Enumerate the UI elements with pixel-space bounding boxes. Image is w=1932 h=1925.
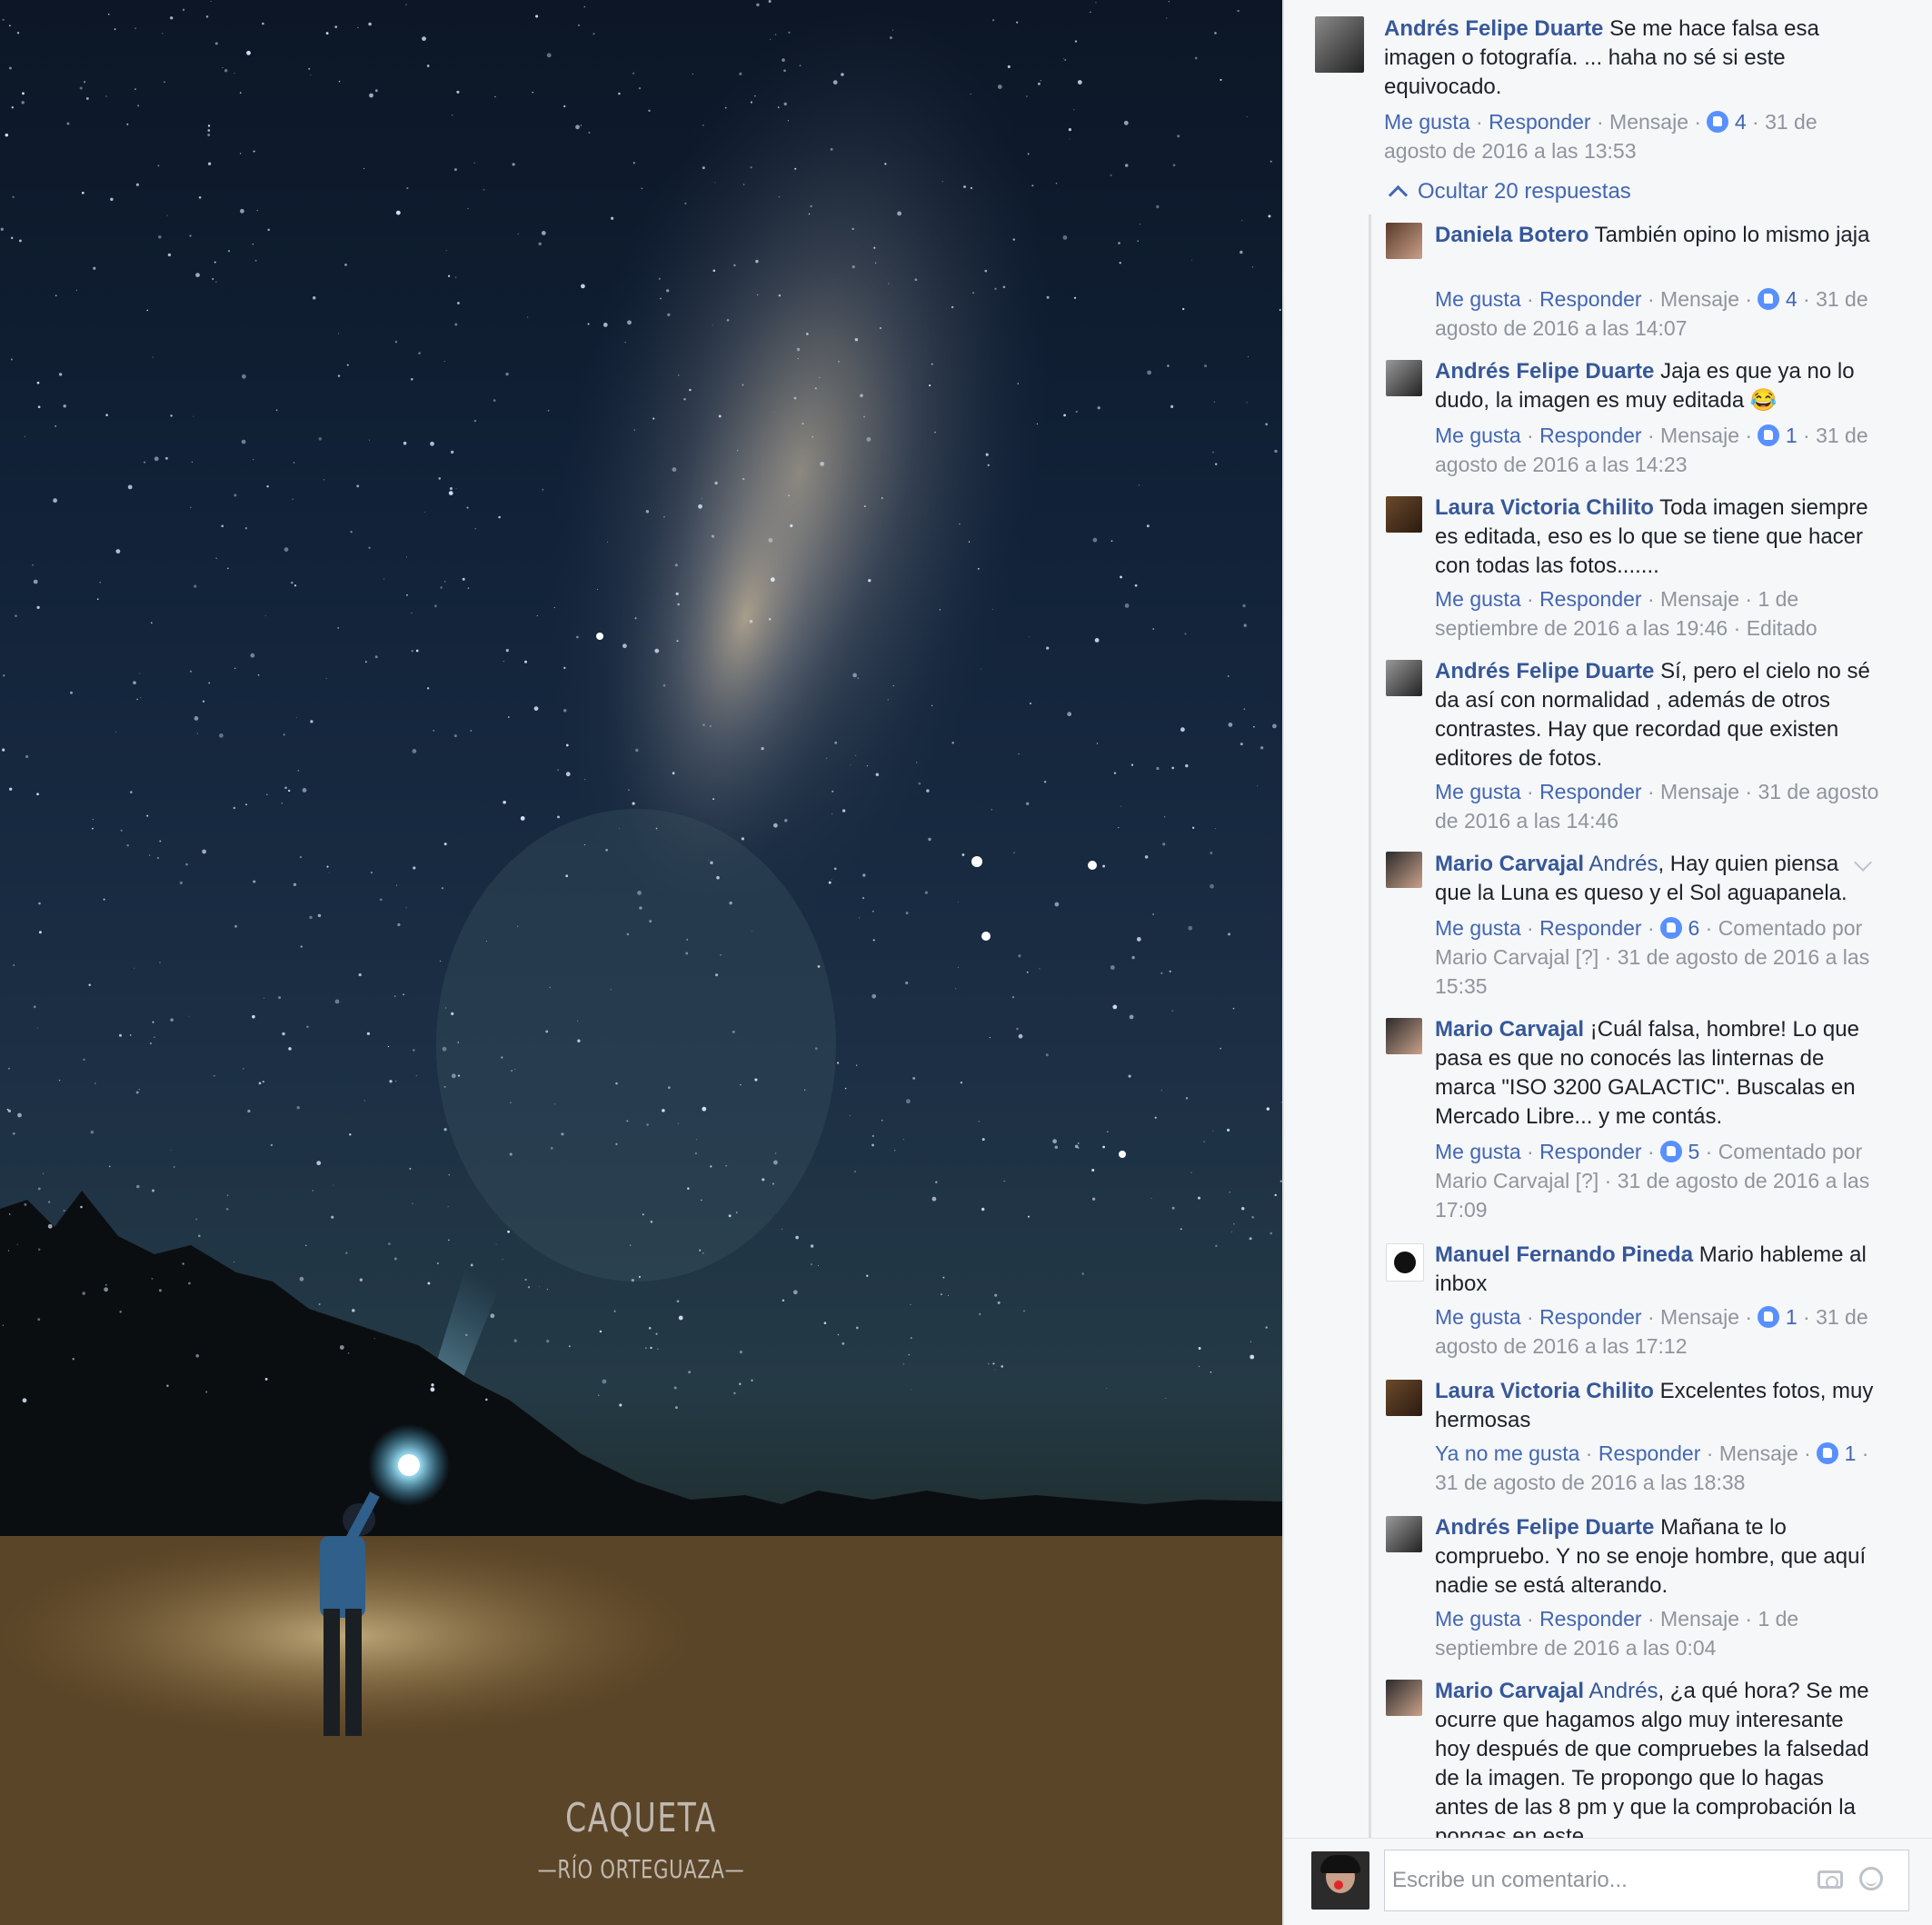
comments-pane: Andrés Felipe Duarte Se me hace falsa es… (1284, 0, 1932, 1925)
chevron-up-icon (1388, 185, 1409, 205)
like-badge-icon (1758, 424, 1780, 446)
watermark-subtitle: —RÍO ORTEGUAZA— (537, 1854, 745, 1884)
comment-author[interactable]: Andrés Felipe Duarte (1435, 359, 1654, 384)
message-link[interactable]: Mensaje (1660, 780, 1739, 803)
comment-author[interactable]: Andrés Felipe Duarte (1384, 16, 1603, 41)
like-count[interactable]: 6 (1688, 916, 1699, 940)
reply-link[interactable]: Responder (1539, 587, 1642, 611)
avatar[interactable] (1386, 1243, 1424, 1282)
like-link[interactable]: Me gusta (1435, 1607, 1521, 1631)
reply-link[interactable]: Responder (1539, 780, 1642, 803)
comment-author[interactable]: Laura Victoria Chilito (1435, 1379, 1654, 1403)
comment-meta: Me gusta · Responder · 6 · Comentado por… (1435, 916, 1870, 998)
like-link[interactable]: Me gusta (1435, 1140, 1521, 1163)
message-link[interactable]: Mensaje (1609, 110, 1688, 134)
comment-author[interactable]: Mario Carvajal (1435, 1679, 1584, 1703)
emoji-icon[interactable] (1859, 1867, 1883, 1890)
like-link[interactable]: Me gusta (1435, 916, 1521, 940)
flag[interactable]: [?] (1576, 1169, 1599, 1192)
mention[interactable]: Andrés (1584, 852, 1658, 876)
comment-meta: Me gusta · Responder · Mensaje · 1 · 31 … (1435, 424, 1868, 476)
avatar[interactable] (1386, 852, 1422, 888)
avatar[interactable] (1386, 1680, 1422, 1716)
comment-meta: Me gusta · Responder · Mensaje · 4 · 31 … (1435, 287, 1868, 340)
comment-author[interactable]: Mario Carvajal (1435, 852, 1584, 876)
avatar[interactable] (1386, 360, 1422, 396)
comment-meta: Ya no me gusta · Responder · Mensaje · 1… (1435, 1441, 1869, 1494)
reply-link[interactable]: Responder (1598, 1441, 1701, 1465)
comment-author[interactable]: Andrés Felipe Duarte (1435, 659, 1654, 683)
comment-author[interactable]: Daniela Botero (1435, 223, 1588, 247)
avatar[interactable] (1386, 223, 1422, 259)
like-badge-icon (1660, 917, 1683, 939)
like-badge-icon (1707, 111, 1729, 133)
like-badge-icon (1660, 1141, 1683, 1162)
comment-input[interactable]: Escribe un comentario... (1384, 1850, 1909, 1911)
comment-meta: Me gusta · Responder · Mensaje · 1 de se… (1435, 1607, 1799, 1660)
flag[interactable]: [?] (1576, 945, 1599, 969)
avatar[interactable] (1311, 1851, 1369, 1910)
like-link[interactable]: Me gusta (1435, 587, 1521, 611)
avatar[interactable] (1386, 660, 1422, 696)
message-link[interactable]: Mensaje (1660, 1607, 1739, 1631)
comments-list[interactable]: Andrés Felipe Duarte Se me hace falsa es… (1284, 0, 1932, 1838)
comment-meta: Me gusta · Responder · Mensaje · 31 de a… (1435, 780, 1879, 833)
reply-link[interactable]: Responder (1539, 424, 1642, 447)
thread-line (1369, 214, 1371, 1838)
like-count[interactable]: 1 (1786, 424, 1798, 447)
reply-link[interactable]: Responder (1539, 287, 1642, 311)
reply-link[interactable]: Responder (1539, 916, 1642, 940)
comment-author[interactable]: Mario Carvajal (1435, 1017, 1584, 1042)
like-badge-icon (1817, 1442, 1839, 1464)
like-count[interactable]: 1 (1786, 1305, 1798, 1329)
night-sky-photo (0, 0, 1282, 1925)
like-link[interactable]: Me gusta (1435, 287, 1521, 311)
unlike-link[interactable]: Ya no me gusta (1435, 1441, 1579, 1465)
like-badge-icon (1758, 1306, 1780, 1328)
message-link[interactable]: Mensaje (1660, 1305, 1739, 1329)
comment-text: También opino lo mismo jaja (1588, 223, 1870, 247)
like-count[interactable]: 5 (1688, 1140, 1699, 1163)
mention[interactable]: Andrés (1584, 1679, 1658, 1703)
comment-author[interactable]: Manuel Fernando Pineda (1435, 1242, 1693, 1267)
reply-link[interactable]: Responder (1539, 1305, 1642, 1329)
camera-icon[interactable] (1817, 1870, 1843, 1889)
reply-link[interactable]: Responder (1539, 1607, 1642, 1631)
avatar[interactable] (1386, 1516, 1422, 1552)
photo[interactable]: CAQUETA —RÍO ORTEGUAZA— (0, 0, 1282, 1925)
comment-meta: Me gusta · Responder · Mensaje · 1 · 31 … (1435, 1305, 1868, 1358)
compose-bar: Escribe un comentario... (1284, 1838, 1932, 1925)
like-badge-icon (1758, 288, 1780, 310)
timestamp[interactable]: 31 de agosto de 2016 a las 18:38 (1435, 1471, 1745, 1494)
watermark-title: CAQUETA (565, 1795, 717, 1841)
like-link[interactable]: Me gusta (1435, 780, 1521, 803)
like-link[interactable]: Me gusta (1435, 424, 1521, 447)
comment-meta: Me gusta · Responder · 5 · Comentado por… (1435, 1140, 1870, 1222)
hide-replies-link[interactable]: Ocultar 20 respuestas (1388, 179, 1631, 205)
like-count[interactable]: 4 (1786, 287, 1798, 311)
avatar[interactable] (1315, 16, 1364, 73)
reply-link[interactable]: Responder (1489, 110, 1591, 134)
avatar[interactable] (1386, 1380, 1422, 1416)
comment-meta: Me gusta · Responder · Mensaje · 4 · 31 … (1384, 110, 1817, 163)
photo-viewer: CAQUETA —RÍO ORTEGUAZA— Andrés Felipe Du… (0, 0, 1932, 1925)
avatar[interactable] (1386, 496, 1422, 533)
comment-author[interactable]: Andrés Felipe Duarte (1435, 1515, 1654, 1540)
like-link[interactable]: Me gusta (1435, 1305, 1521, 1329)
edited-label[interactable]: Editado (1747, 616, 1817, 640)
message-link[interactable]: Mensaje (1660, 587, 1739, 611)
message-link[interactable]: Mensaje (1660, 424, 1739, 447)
comment-author[interactable]: Laura Victoria Chilito (1435, 495, 1654, 520)
like-count[interactable]: 1 (1845, 1441, 1857, 1465)
avatar[interactable] (1386, 1018, 1422, 1054)
like-count[interactable]: 4 (1735, 110, 1747, 134)
reply-link[interactable]: Responder (1539, 1140, 1642, 1163)
message-link[interactable]: Mensaje (1719, 1441, 1798, 1465)
comment-meta: Me gusta · Responder · Mensaje · 1 de se… (1435, 587, 1817, 640)
message-link[interactable]: Mensaje (1660, 287, 1739, 311)
like-link[interactable]: Me gusta (1384, 110, 1470, 134)
